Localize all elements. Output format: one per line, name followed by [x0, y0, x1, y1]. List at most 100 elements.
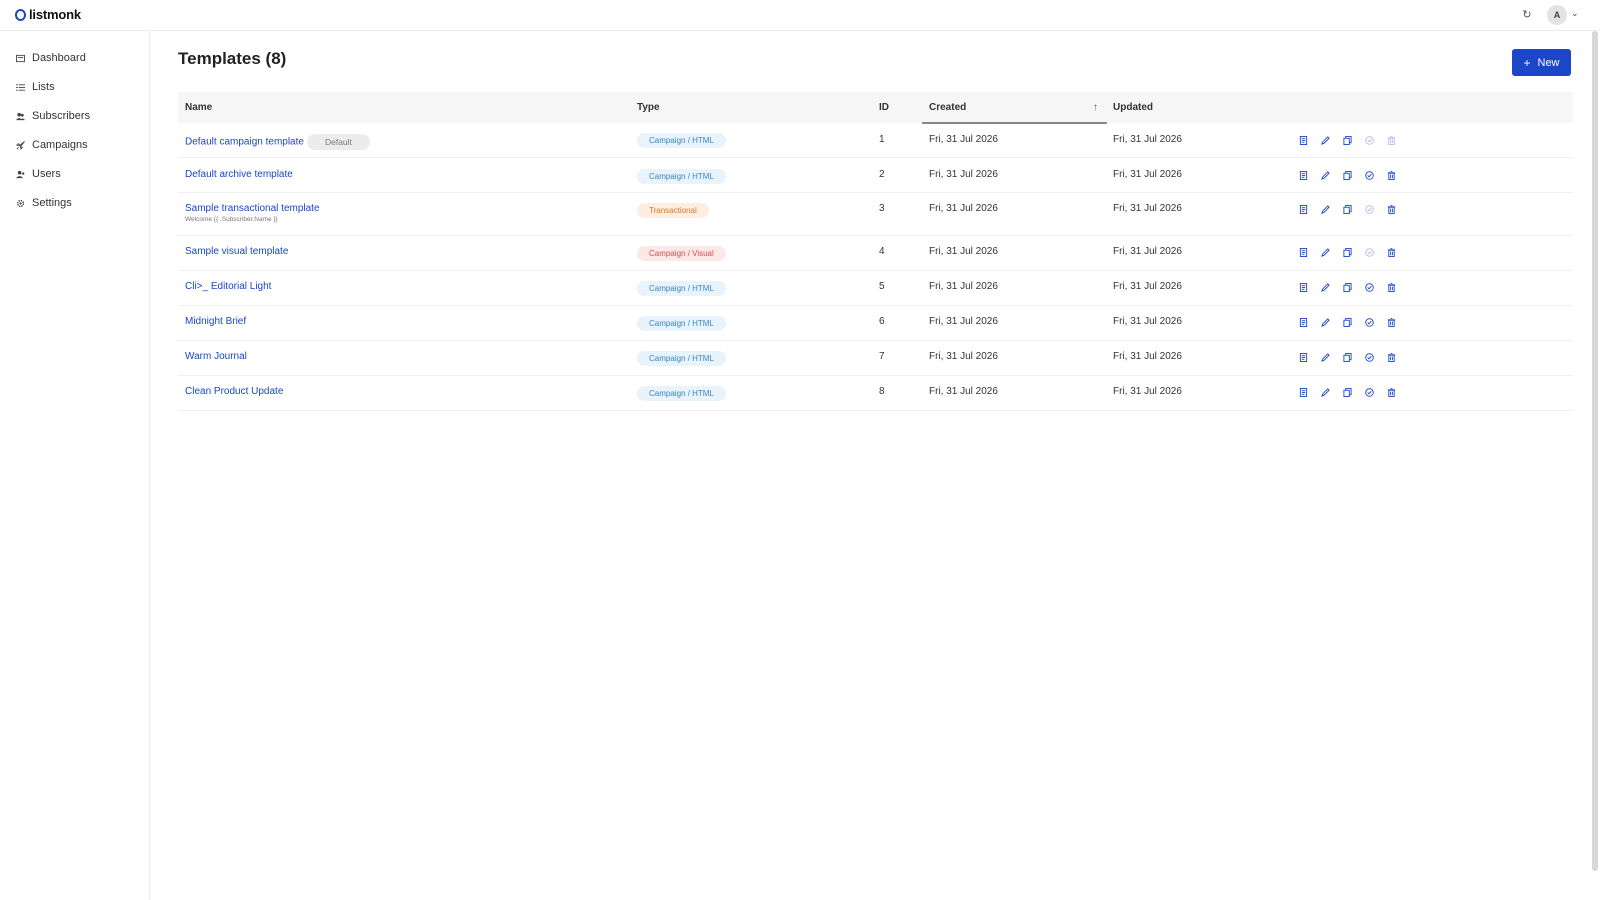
template-type-tag: Campaign / HTML	[637, 351, 726, 366]
set-default-icon[interactable]	[1364, 204, 1374, 214]
column-header-created[interactable]: Created	[929, 92, 966, 123]
template-name-link[interactable]: Warm Journal	[185, 351, 247, 362]
clone-icon[interactable]	[1342, 387, 1352, 397]
edit-icon[interactable]	[1320, 282, 1330, 292]
sidebar-item-settings[interactable]: Settings	[15, 193, 72, 213]
set-default-icon[interactable]	[1364, 170, 1374, 180]
table-header: Name Type ID Created ↑ Updated	[178, 92, 1573, 124]
table-row: Sample transactional template Welcome {{…	[178, 193, 1573, 236]
clone-icon[interactable]	[1342, 247, 1352, 257]
template-name-link[interactable]: Clean Product Update	[185, 386, 283, 397]
table-row: Clean Product Update Campaign / HTML 8 F…	[178, 376, 1573, 411]
template-name-link[interactable]: Sample visual template	[185, 246, 288, 257]
template-created: Fri, 31 Jul 2026	[929, 281, 998, 292]
row-actions	[1298, 135, 1408, 145]
preview-icon[interactable]	[1298, 247, 1308, 257]
template-name-link[interactable]: Midnight Brief	[185, 316, 246, 327]
delete-icon[interactable]	[1386, 135, 1396, 145]
edit-icon[interactable]	[1320, 352, 1330, 362]
column-header-type[interactable]: Type	[637, 92, 660, 123]
logo-ring-icon	[15, 8, 26, 21]
clone-icon[interactable]	[1342, 352, 1352, 362]
edit-icon[interactable]	[1320, 387, 1330, 397]
table-row: Midnight Brief Campaign / HTML 6 Fri, 31…	[178, 306, 1573, 341]
user-icon	[15, 169, 25, 179]
gear-icon	[15, 198, 25, 208]
row-actions	[1298, 352, 1408, 362]
edit-icon[interactable]	[1320, 247, 1330, 257]
template-name-link[interactable]: Default campaign template	[185, 137, 304, 148]
template-name-link[interactable]: Default archive template	[185, 169, 293, 180]
edit-icon[interactable]	[1320, 204, 1330, 214]
column-header-id[interactable]: ID	[879, 92, 889, 123]
column-header-updated[interactable]: Updated	[1113, 92, 1153, 123]
template-id: 5	[879, 281, 885, 292]
sidebar-item-campaigns[interactable]: Campaigns	[15, 135, 88, 155]
preview-icon[interactable]	[1298, 282, 1308, 292]
list-icon	[15, 82, 25, 92]
users-icon	[15, 111, 25, 121]
template-type-tag: Campaign / HTML	[637, 386, 726, 401]
template-name-cell: Cli>_ Editorial Light	[185, 281, 271, 292]
set-default-icon[interactable]	[1364, 282, 1374, 292]
template-created: Fri, 31 Jul 2026	[929, 134, 998, 145]
clone-icon[interactable]	[1342, 204, 1352, 214]
edit-icon[interactable]	[1320, 317, 1330, 327]
template-id: 1	[879, 134, 885, 145]
sidebar-item-users[interactable]: Users	[15, 164, 61, 184]
delete-icon[interactable]	[1386, 204, 1396, 214]
preview-icon[interactable]	[1298, 317, 1308, 327]
delete-icon[interactable]	[1386, 387, 1396, 397]
template-id: 2	[879, 169, 885, 180]
set-default-icon[interactable]	[1364, 352, 1374, 362]
preview-icon[interactable]	[1298, 352, 1308, 362]
chevron-down-icon[interactable]: ⌄	[1571, 8, 1581, 18]
preview-icon[interactable]	[1298, 204, 1308, 214]
delete-icon[interactable]	[1386, 282, 1396, 292]
clone-icon[interactable]	[1342, 317, 1352, 327]
template-created: Fri, 31 Jul 2026	[929, 351, 998, 362]
column-header-name[interactable]: Name	[185, 92, 212, 123]
set-default-icon[interactable]	[1364, 247, 1374, 257]
row-actions	[1298, 317, 1408, 327]
template-type-tag: Transactional	[637, 203, 709, 218]
sidebar-item-subscribers[interactable]: Subscribers	[15, 106, 90, 126]
template-name-link[interactable]: Cli>_ Editorial Light	[185, 281, 271, 292]
sidebar-item-label: Users	[32, 168, 61, 180]
table-row: Cli>_ Editorial Light Campaign / HTML 5 …	[178, 271, 1573, 306]
edit-icon[interactable]	[1320, 170, 1330, 180]
clone-icon[interactable]	[1342, 282, 1352, 292]
delete-icon[interactable]	[1386, 170, 1396, 180]
clone-icon[interactable]	[1342, 170, 1352, 180]
edit-icon[interactable]	[1320, 135, 1330, 145]
new-template-button[interactable]: + New	[1512, 49, 1571, 76]
clone-icon[interactable]	[1342, 135, 1352, 145]
sidebar-item-lists[interactable]: Lists	[15, 77, 55, 97]
template-name-link[interactable]: Sample transactional template	[185, 203, 320, 214]
scrollbar[interactable]	[1592, 31, 1598, 871]
preview-icon[interactable]	[1298, 387, 1308, 397]
set-default-icon[interactable]	[1364, 387, 1374, 397]
listmonk-logo[interactable]: listmonk	[15, 7, 81, 22]
delete-icon[interactable]	[1386, 247, 1396, 257]
template-name-cell: Default archive template	[185, 169, 293, 180]
sidebar-item-label: Subscribers	[32, 110, 91, 122]
preview-icon[interactable]	[1298, 135, 1308, 145]
set-default-icon[interactable]	[1364, 317, 1374, 327]
template-id: 3	[879, 203, 885, 214]
set-default-icon[interactable]	[1364, 135, 1374, 145]
sidebar-item-dashboard[interactable]: Dashboard	[15, 48, 86, 68]
delete-icon[interactable]	[1386, 317, 1396, 327]
new-button-label: New	[1537, 56, 1560, 69]
template-name-cell: Sample transactional template	[185, 203, 320, 214]
delete-icon[interactable]	[1386, 352, 1396, 362]
sidebar-item-label: Campaigns	[32, 139, 88, 151]
table-row: Default campaign template Default Campaig…	[178, 123, 1573, 158]
avatar[interactable]: A	[1547, 5, 1567, 25]
reload-icon[interactable]: ↻	[1521, 9, 1533, 21]
row-actions	[1298, 170, 1408, 180]
sidebar: Dashboard Lists Subscribers Campaigns Us…	[0, 31, 150, 900]
preview-icon[interactable]	[1298, 170, 1308, 180]
sort-ascending-icon[interactable]: ↑	[1093, 92, 1098, 123]
template-type-tag: Campaign / Visual	[637, 246, 726, 261]
